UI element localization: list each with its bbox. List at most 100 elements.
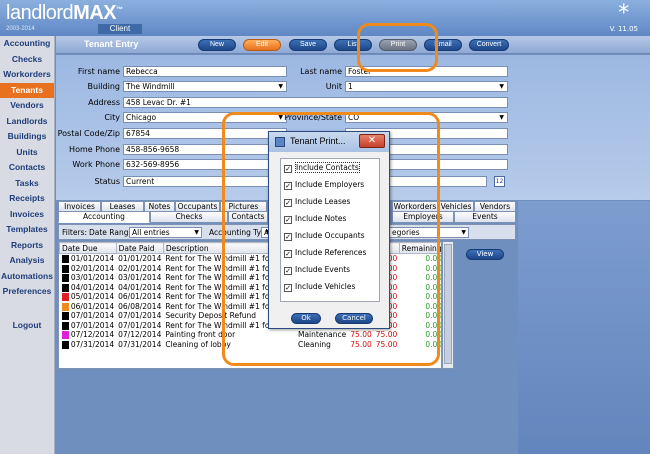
sidebar-item-checks[interactable]: Checks [0, 52, 54, 68]
tab-contacts[interactable]: Contacts [228, 211, 268, 223]
date-paid: 01/01/2014 [118, 254, 162, 263]
option-include-vehicles[interactable]: ✓ Include Vehicles [284, 282, 379, 292]
date-due: 05/01/2014 [70, 292, 115, 301]
page-titlebar: Tenant Entry New Edit Save List Print Em… [56, 36, 650, 54]
version-badge: * V. 11.05 [610, 3, 638, 34]
option-include-notes[interactable]: ✓ Include Notes [284, 214, 379, 224]
sidebar-item-logout[interactable]: Logout [0, 318, 54, 334]
building-select[interactable]: The Windmill [123, 81, 287, 92]
option-label: Include Employers [295, 180, 365, 189]
checkbox-icon[interactable]: ✓ [284, 182, 292, 190]
sidebar-item-workorders[interactable]: Workorders [0, 67, 54, 83]
date-paid: 07/01/2014 [118, 311, 162, 320]
lower-empty-area [58, 370, 454, 454]
col-remaining[interactable]: Remaining [398, 242, 441, 254]
option-include-occupants[interactable]: ✓ Include Occupants [284, 231, 379, 241]
view-button[interactable]: View [466, 249, 504, 260]
sidebar-item-invoices[interactable]: Invoices [0, 207, 54, 223]
due-cell: 04/01/2014 [60, 283, 117, 293]
date-due: 04/01/2014 [70, 282, 115, 292]
sidebar-item-units[interactable]: Units [0, 145, 54, 161]
tab-events[interactable]: Events [454, 211, 516, 223]
last-name-field[interactable]: Foster [345, 66, 508, 77]
address-label: Address [88, 98, 120, 107]
category: Cleaning [297, 339, 331, 349]
option-include-contacts[interactable]: ✓ Include Contacts [284, 162, 379, 173]
col-date-due[interactable]: Date Due [59, 242, 117, 254]
calendar-icon[interactable]: 12 [494, 176, 505, 187]
checkbox-icon[interactable]: ✓ [284, 165, 292, 173]
sidebar-item-tasks[interactable]: Tasks [0, 176, 54, 192]
grid-scrollbar[interactable] [442, 241, 454, 369]
checkbox-icon[interactable]: ✓ [284, 216, 292, 224]
checkbox-icon[interactable]: ✓ [284, 267, 292, 275]
category-select[interactable]: egories [389, 227, 469, 238]
dialog-titlebar[interactable]: Tenant Print... ✕ [269, 132, 389, 152]
sidebar-item-receipts[interactable]: Receipts [0, 191, 54, 207]
sidebar-item-reports[interactable]: Reports [0, 238, 54, 254]
ok-button[interactable]: Ok [291, 313, 321, 324]
checkbox-icon[interactable]: ✓ [284, 284, 292, 292]
brand-bold: MAX [73, 2, 117, 24]
sidebar-item-buildings[interactable]: Buildings [0, 129, 54, 145]
sidebar-item-contacts[interactable]: Contacts [0, 160, 54, 176]
option-include-events[interactable]: ✓ Include Events [284, 265, 379, 275]
postal-label: Postal Code/Zip [57, 129, 120, 138]
status-swatch [61, 312, 69, 320]
right-filler [518, 201, 650, 454]
convert-button[interactable]: Convert [469, 39, 509, 51]
sidebar-item-templates[interactable]: Templates [0, 222, 54, 238]
new-button[interactable]: New [198, 39, 236, 51]
province-select[interactable]: CO [345, 112, 508, 123]
checkbox-icon[interactable]: ✓ [284, 199, 292, 207]
sidebar-item-automations[interactable]: Automations [0, 269, 54, 285]
edit-button[interactable]: Edit [243, 39, 281, 51]
work-phone-label: Work Phone [72, 160, 120, 169]
date-paid: 02/01/2014 [118, 263, 162, 273]
scroll-thumb[interactable] [444, 244, 452, 364]
city-label: City [104, 113, 120, 122]
tab-checks[interactable]: Checks [150, 211, 228, 223]
sidebar-item-preferences[interactable]: Preferences [0, 284, 54, 300]
status-swatch [61, 274, 69, 282]
status-swatch [61, 264, 69, 273]
work-phone-field[interactable]: 632-569-8956 [123, 159, 287, 170]
cancel-button[interactable]: Cancel [335, 313, 373, 324]
date-range-select[interactable]: All entries [129, 227, 202, 238]
save-button[interactable]: Save [289, 39, 327, 51]
date-due: 03/01/2014 [70, 273, 115, 282]
sidebar-item-accounting[interactable]: Accounting [0, 36, 54, 52]
table-row[interactable]: 07/12/2014 07/12/2014 Painting front door M… [60, 330, 441, 340]
date-due: 01/01/2014 [70, 254, 115, 263]
option-include-references[interactable]: ✓ Include References [284, 248, 379, 258]
postal-field[interactable]: 67854 [123, 128, 287, 139]
option-include-leases[interactable]: ✓ Include Leases [284, 197, 379, 207]
unit-select[interactable]: 1 [345, 81, 508, 92]
sidebar-item-landlords[interactable]: Landlords [0, 114, 54, 130]
tab-employers[interactable]: Employers [392, 211, 454, 223]
option-include-employers[interactable]: ✓ Include Employers [284, 180, 379, 190]
col-date-paid[interactable]: Date Paid [115, 242, 164, 254]
due-cell: 07/01/2014 [60, 321, 117, 331]
tab-accounting[interactable]: Accounting [58, 211, 150, 223]
checkbox-icon[interactable]: ✓ [284, 233, 292, 241]
list-button[interactable]: List [334, 39, 372, 51]
home-phone-field[interactable]: 458-856-9658 [123, 144, 287, 155]
sidebar-item-analysis[interactable]: Analysis [0, 253, 54, 269]
print-button[interactable]: Print [379, 39, 417, 51]
first-name-field[interactable]: Rebecca [123, 66, 287, 77]
checkbox-icon[interactable]: ✓ [284, 250, 292, 258]
grid-side-panel [456, 241, 518, 454]
window-icon [275, 137, 285, 147]
sidebar-item-tenants[interactable]: Tenants [0, 82, 54, 98]
amount: 75.00 [350, 339, 372, 349]
city-select[interactable]: Chicago [123, 112, 287, 123]
table-row[interactable]: 07/31/2014 07/31/2014 Cleaning of lobby Cle… [60, 339, 441, 350]
sidebar-item-vendors[interactable]: Vendors [0, 98, 54, 114]
close-icon[interactable]: ✕ [359, 134, 385, 148]
address-field[interactable]: 458 Levac Dr. #1 [123, 97, 508, 108]
dialog-title: Tenant Print... [290, 136, 346, 146]
email-button[interactable]: Email [424, 39, 462, 51]
status-swatch [61, 293, 69, 301]
remaining: 0.00 [425, 273, 442, 282]
